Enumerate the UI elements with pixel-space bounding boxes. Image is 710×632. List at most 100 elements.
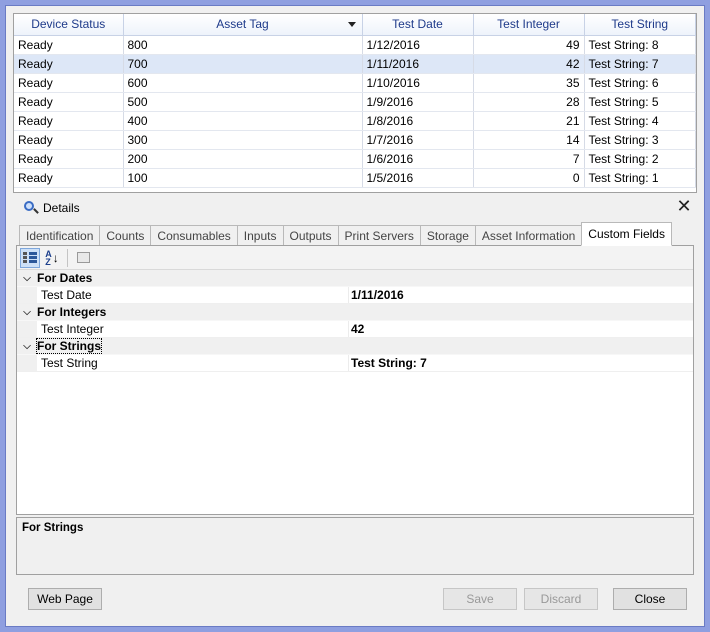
category-for-integers[interactable]: ⌵ For Integers <box>17 304 693 321</box>
table-row[interactable]: Ready 600 1/10/2016 35 Test String: 6 <box>14 73 696 93</box>
cell-test-string: Test String: 4 <box>584 111 696 131</box>
tab-outputs[interactable]: Outputs <box>282 225 339 246</box>
sort-descending-icon <box>347 22 356 27</box>
cell-test-string: Test String: 5 <box>584 92 696 112</box>
chevron-down-icon[interactable]: ⌵ <box>17 307 37 318</box>
save-button[interactable]: Save <box>443 588 517 610</box>
tab-consumables[interactable]: Consumables <box>150 225 238 246</box>
cell-asset-tag: 100 <box>123 168 363 188</box>
property-pages-button[interactable] <box>73 248 93 268</box>
category-for-dates[interactable]: ⌵ For Dates <box>17 270 693 287</box>
web-page-button[interactable]: Web Page <box>28 588 102 610</box>
cell-test-date: 1/6/2016 <box>362 149 474 169</box>
cell-device-status: Ready <box>14 73 124 93</box>
cell-device-status: Ready <box>14 54 124 74</box>
cell-device-status: Ready <box>14 149 124 169</box>
table-row[interactable]: Ready 400 1/8/2016 21 Test String: 4 <box>14 111 696 131</box>
cell-asset-tag: 200 <box>123 149 363 169</box>
column-header-asset-tag[interactable]: Asset Tag <box>123 14 363 36</box>
cell-test-date: 1/12/2016 <box>362 35 474 55</box>
cell-test-string: Test String: 2 <box>584 149 696 169</box>
table-row[interactable]: Ready 800 1/12/2016 49 Test String: 8 <box>14 35 696 55</box>
property-grid-toolbar: A Z ↓ <box>17 246 693 270</box>
column-header-device-status[interactable]: Device Status <box>14 14 124 36</box>
tab-print-servers[interactable]: Print Servers <box>337 225 421 246</box>
alphabetical-icon: A Z ↓ <box>45 248 59 267</box>
details-tabs: Identification Counts Consumables Inputs… <box>19 222 672 246</box>
asset-grid[interactable]: Device Status Asset Tag Test Date Test I… <box>13 13 697 193</box>
cell-asset-tag: 400 <box>123 111 363 131</box>
table-row[interactable]: Ready 300 1/7/2016 14 Test String: 3 <box>14 130 696 150</box>
property-value[interactable]: Test String: 7 <box>349 356 427 370</box>
categorized-button[interactable] <box>20 247 40 268</box>
tab-counts[interactable]: Counts <box>99 225 152 246</box>
table-row-selected[interactable]: Ready 700 1/11/2016 42 Test String: 7 <box>14 54 696 74</box>
cell-test-date: 1/9/2016 <box>362 92 474 112</box>
cell-asset-tag: 500 <box>123 92 363 112</box>
close-details-icon[interactable]: ✕ <box>676 197 692 215</box>
cell-device-status: Ready <box>14 111 124 131</box>
cell-test-string: Test String: 6 <box>584 73 696 93</box>
tab-identification[interactable]: Identification <box>19 225 101 246</box>
tab-asset-information[interactable]: Asset Information <box>474 225 583 246</box>
toolbar-separator <box>67 248 68 267</box>
property-description: For Strings <box>16 517 694 575</box>
cell-test-integer: 28 <box>473 92 585 112</box>
chevron-down-icon[interactable]: ⌵ <box>17 273 37 284</box>
category-label: For Dates <box>37 271 93 285</box>
cell-asset-tag: 300 <box>123 130 363 150</box>
cell-test-date: 1/10/2016 <box>362 73 474 93</box>
cell-test-date: 1/5/2016 <box>362 168 474 188</box>
cell-test-string: Test String: 3 <box>584 130 696 150</box>
property-row-test-string[interactable]: Test String Test String: 7 <box>17 355 693 372</box>
cell-test-integer: 21 <box>473 111 585 131</box>
property-name: Test Date <box>37 287 349 303</box>
table-row[interactable]: Ready 100 1/5/2016 0 Test String: 1 <box>14 168 696 188</box>
details-title: Details <box>43 201 80 215</box>
property-list: ⌵ For Dates Test Date 1/11/2016 ⌵ For In… <box>17 270 693 372</box>
property-value[interactable]: 42 <box>349 322 364 336</box>
discard-button[interactable]: Discard <box>524 588 598 610</box>
cell-test-integer: 14 <box>473 130 585 150</box>
cell-device-status: Ready <box>14 92 124 112</box>
alphabetical-button[interactable]: A Z ↓ <box>42 248 62 268</box>
close-button[interactable]: Close <box>613 588 687 610</box>
property-grid: A Z ↓ ⌵ For Dates Test Date 1/11/2016 ⌵ Fo… <box>16 245 694 515</box>
cell-test-integer: 42 <box>473 54 585 74</box>
property-row-test-date[interactable]: Test Date 1/11/2016 <box>17 287 693 304</box>
cell-device-status: Ready <box>14 168 124 188</box>
property-pages-icon <box>76 252 90 263</box>
cell-test-string: Test String: 1 <box>584 168 696 188</box>
column-header-test-date[interactable]: Test Date <box>362 14 474 36</box>
column-header-test-integer[interactable]: Test Integer <box>473 14 585 36</box>
table-row[interactable]: Ready 200 1/6/2016 7 Test String: 2 <box>14 149 696 169</box>
property-row-test-integer[interactable]: Test Integer 42 <box>17 321 693 338</box>
cell-device-status: Ready <box>14 130 124 150</box>
cell-asset-tag: 600 <box>123 73 363 93</box>
main-window: Device Status Asset Tag Test Date Test I… <box>5 5 705 627</box>
category-label: For Strings <box>35 338 103 354</box>
property-value[interactable]: 1/11/2016 <box>349 288 404 302</box>
property-name: Test Integer <box>37 321 349 337</box>
cell-asset-tag: 700 <box>123 54 363 74</box>
tab-storage[interactable]: Storage <box>419 225 476 246</box>
cell-test-integer: 49 <box>473 35 585 55</box>
tab-inputs[interactable]: Inputs <box>236 225 284 246</box>
cell-test-string: Test String: 7 <box>584 54 696 74</box>
details-panel-header: Details <box>24 199 80 217</box>
property-name: Test String <box>37 355 349 371</box>
cell-test-date: 1/7/2016 <box>362 130 474 150</box>
cell-test-integer: 0 <box>473 168 585 188</box>
category-label: For Integers <box>37 305 107 319</box>
cell-test-integer: 7 <box>473 149 585 169</box>
column-header-test-string[interactable]: Test String <box>584 14 696 36</box>
cell-test-integer: 35 <box>473 73 585 93</box>
table-row[interactable]: Ready 500 1/9/2016 28 Test String: 5 <box>14 92 696 112</box>
categorized-icon <box>23 252 37 263</box>
tab-custom-fields[interactable]: Custom Fields <box>581 222 672 246</box>
category-for-strings[interactable]: ⌵ For Strings <box>17 338 693 355</box>
cell-test-date: 1/11/2016 <box>362 54 474 74</box>
cell-test-string: Test String: 8 <box>584 35 696 55</box>
magnifier-icon <box>24 201 39 215</box>
chevron-down-icon[interactable]: ⌵ <box>17 341 37 352</box>
